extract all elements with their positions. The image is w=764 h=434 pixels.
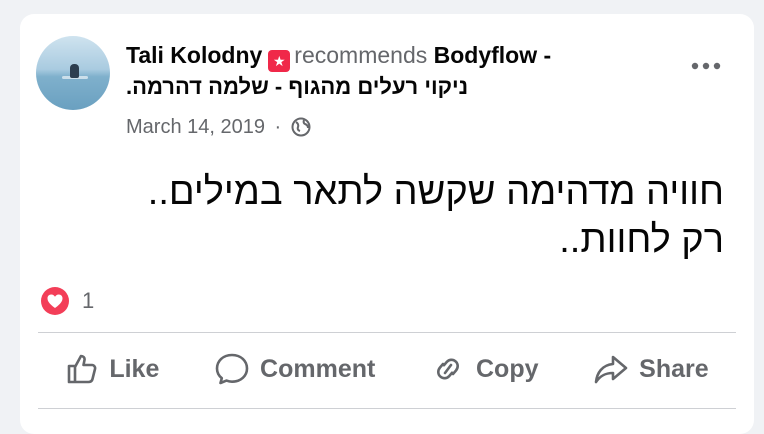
globe-icon[interactable] [291, 117, 311, 143]
comment-button[interactable]: Comment [204, 346, 385, 392]
thumbs-up-icon [68, 354, 97, 384]
avatar-figure [70, 64, 79, 78]
reactions-summary[interactable]: 1 [40, 286, 94, 316]
post-body: חוויה מדהימה שקשה לתאר במילים.. רק לחוות… [40, 168, 724, 264]
post-header: Tali Kolodny ★ recommends Bodyflow - ניקוי… [126, 40, 666, 102]
post-body-line: רק לחוות.. [559, 219, 724, 261]
like-label: Like [109, 354, 160, 383]
share-label: Share [639, 354, 709, 383]
recommends-label: recommends [294, 42, 428, 68]
comment-icon [215, 353, 249, 385]
share-button[interactable]: Share [583, 346, 718, 392]
link-icon [437, 358, 459, 380]
post-date[interactable]: March 14, 2019 [126, 116, 265, 138]
avatar[interactable] [36, 36, 110, 110]
meta-separator: · [274, 116, 282, 138]
copy-label: Copy [476, 354, 539, 383]
post-card: Tali Kolodny ★ recommends Bodyflow - ניקוי… [20, 14, 754, 434]
more-options-button[interactable] [690, 58, 722, 76]
page-name-link[interactable]: Bodyflow - [434, 42, 552, 68]
author-name[interactable]: Tali Kolodny [126, 42, 262, 68]
action-bar: Like Comment Copy Share [38, 334, 736, 404]
more-icon [691, 62, 721, 70]
reaction-count: 1 [82, 288, 95, 313]
post-meta: March 14, 2019 · [126, 116, 311, 143]
page-name-link-continued[interactable]: ניקוי רעלים מהגוף - שלמה דהרמה. [126, 72, 556, 102]
like-button[interactable]: Like [55, 346, 169, 392]
share-icon [594, 355, 628, 384]
divider [38, 408, 736, 409]
post-body-line: חוויה מדהימה שקשה לתאר במילים.. [147, 171, 724, 213]
comment-label: Comment [260, 354, 376, 383]
recommend-icon: ★ [268, 50, 291, 72]
copy-button[interactable]: Copy [420, 346, 549, 392]
divider [38, 332, 736, 333]
love-reaction-icon [41, 287, 69, 315]
